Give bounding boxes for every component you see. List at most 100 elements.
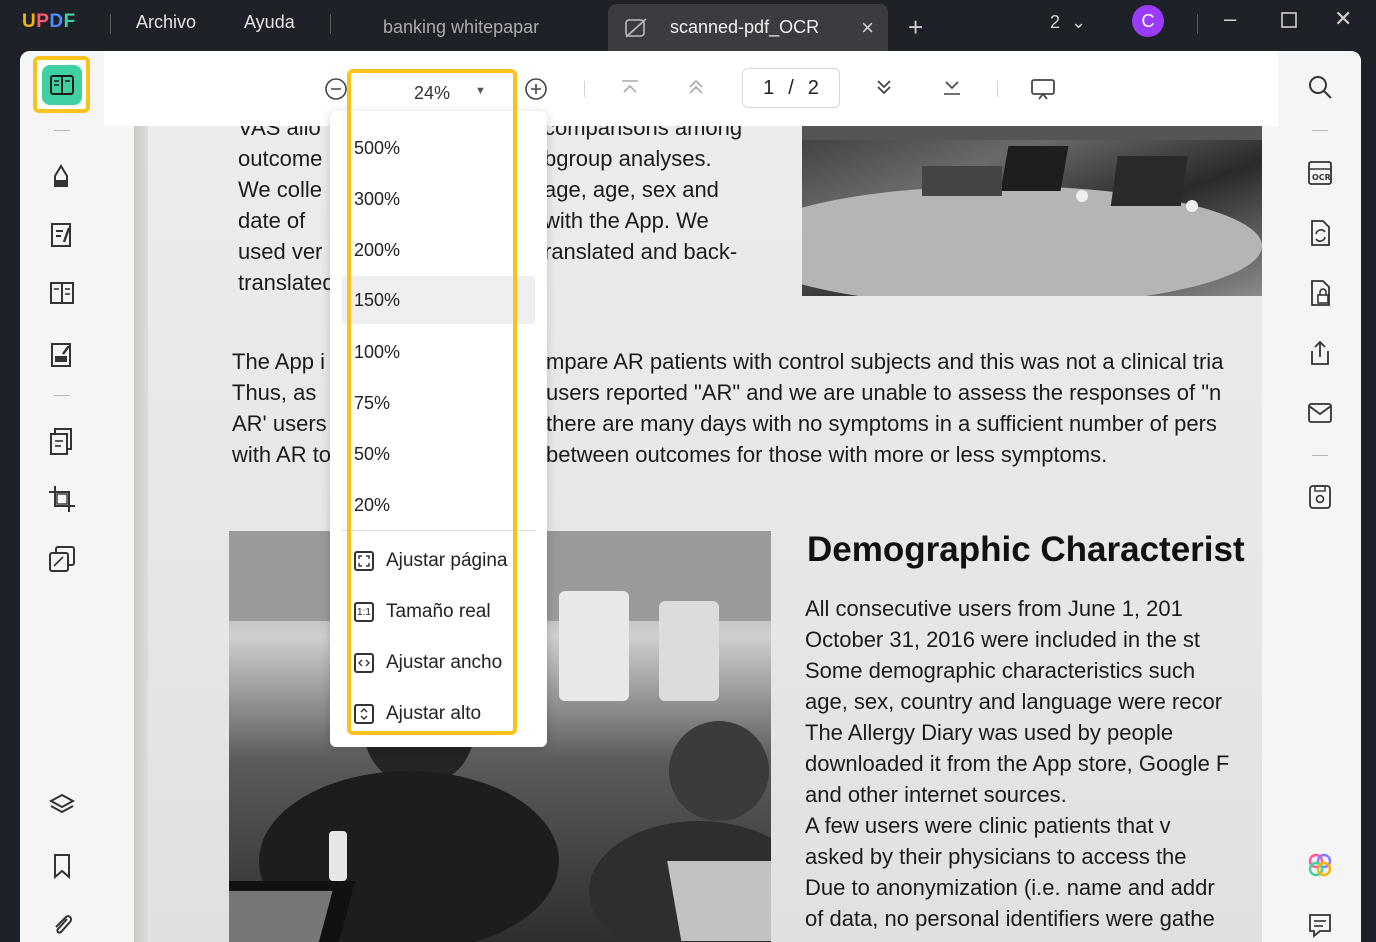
form-tool-button[interactable] xyxy=(44,275,80,311)
double-chevron-up-icon xyxy=(689,79,703,94)
layers-button[interactable] xyxy=(44,787,80,823)
current-page: 1 xyxy=(763,76,775,99)
text-line: Due to anonymization (i.e. name and addr xyxy=(805,875,1215,900)
ai-assistant-button[interactable] xyxy=(1302,847,1338,883)
last-page-icon xyxy=(944,81,960,95)
minimize-icon[interactable]: – xyxy=(1224,6,1236,32)
edit-icon xyxy=(51,223,71,247)
tab-scanned-pdf-ocr[interactable]: scanned-pdf_OCR × xyxy=(608,4,888,51)
previous-page-button[interactable] xyxy=(686,77,706,97)
window-count-value: 2 xyxy=(1050,12,1061,32)
text-line: The App i xyxy=(232,349,325,374)
pages-icon xyxy=(50,428,72,455)
zoom-in-icon xyxy=(525,78,547,100)
text-line: outcome xyxy=(238,146,323,171)
view-toolbar: 1 / 2 xyxy=(104,51,1278,126)
email-button[interactable] xyxy=(1302,395,1338,431)
search-button[interactable] xyxy=(1302,69,1338,105)
pdf-page: VAS allo outcome We colle date of used v… xyxy=(148,126,1262,942)
sidebar-divider xyxy=(54,395,70,396)
presentation-button[interactable] xyxy=(1030,77,1056,101)
edit-pdf-button[interactable] xyxy=(44,217,80,253)
watermark-button[interactable] xyxy=(44,541,80,577)
first-page-button[interactable] xyxy=(620,79,640,95)
lock-file-icon xyxy=(1311,280,1330,306)
first-page-icon xyxy=(622,80,638,93)
menu-file[interactable]: Archivo xyxy=(136,12,196,33)
left-sidebar xyxy=(20,51,104,942)
text-line: We colle xyxy=(238,177,322,202)
title-divider xyxy=(110,14,111,34)
text-line: used ver xyxy=(238,239,323,264)
text-line: date of xyxy=(238,208,306,233)
text-line: AR' users xyxy=(232,411,327,436)
ocr-tab-icon xyxy=(624,17,648,44)
form-icon xyxy=(50,282,74,304)
text-line: with the App. We xyxy=(544,208,709,233)
menu-help[interactable]: Ayuda xyxy=(244,12,295,33)
text-line: translated xyxy=(238,270,335,295)
paperclip-icon xyxy=(55,915,73,934)
maximize-icon[interactable] xyxy=(1281,8,1297,34)
svg-text:OCR: OCR xyxy=(1312,173,1331,182)
bookmarks-button[interactable] xyxy=(44,848,80,884)
sidebar-divider xyxy=(54,130,70,131)
ocr-button[interactable]: OCR xyxy=(1302,155,1338,191)
next-page-button[interactable] xyxy=(874,77,894,97)
comment-tool-button[interactable] xyxy=(44,157,80,193)
zoom-select[interactable]: 24% ▼ xyxy=(347,69,517,113)
caret-down-icon: ▼ xyxy=(475,85,486,97)
text-line: downloaded it from the App store, Google… xyxy=(805,751,1230,776)
text-line: A few users were clinic patients that v xyxy=(805,813,1171,838)
tab-label: scanned-pdf_OCR xyxy=(670,17,820,37)
text-line: of data, no personal identifiers were ga… xyxy=(805,906,1215,931)
app-logo: UPDF xyxy=(22,11,76,32)
document-viewport[interactable]: VAS allo outcome We colle date of used v… xyxy=(134,126,1262,942)
text-line: VAS allo xyxy=(238,126,321,140)
text-line: with AR to xyxy=(232,442,332,467)
text-line: mpare AR patients with control subjects … xyxy=(546,349,1224,374)
new-tab-icon[interactable]: + xyxy=(908,12,923,43)
highlighter-icon xyxy=(54,164,68,187)
comments-panel-button[interactable] xyxy=(1302,907,1338,942)
close-window-icon[interactable]: ✕ xyxy=(1334,6,1352,32)
highlight-frame xyxy=(347,109,517,735)
bookmark-icon xyxy=(54,854,70,879)
sidebar-divider xyxy=(1312,455,1328,456)
title-bar: UPDF Archivo Ayuda banking whitepapar sc… xyxy=(0,0,1376,51)
search-icon xyxy=(1309,76,1332,99)
zoom-out-icon xyxy=(325,78,347,100)
toolbar-divider xyxy=(584,81,585,97)
reader-mode-button[interactable] xyxy=(33,56,90,113)
save-button[interactable] xyxy=(1302,479,1338,515)
last-page-button[interactable] xyxy=(942,79,962,97)
zoom-in-button[interactable] xyxy=(524,77,548,101)
right-sidebar: OCR xyxy=(1278,51,1361,942)
chevron-down-icon: ⌄ xyxy=(1071,12,1087,32)
title-divider xyxy=(1197,14,1198,34)
text-line: Thus, as xyxy=(232,380,317,405)
user-avatar[interactable]: C xyxy=(1132,5,1164,37)
tab-banking-whitepaper[interactable]: banking whitepapar xyxy=(360,4,580,51)
photo-laptops-meeting xyxy=(802,126,1262,296)
share-icon xyxy=(1311,340,1329,365)
page-indicator[interactable]: 1 / 2 xyxy=(742,68,840,108)
text-line: ranslated and back- xyxy=(544,239,738,264)
crop-button[interactable] xyxy=(44,481,80,517)
reader-icon xyxy=(41,64,82,105)
slideshow-icon xyxy=(1031,79,1055,100)
save-icon xyxy=(1309,485,1331,509)
double-chevron-down-icon xyxy=(877,80,891,95)
toolbar-divider xyxy=(997,81,998,97)
ai-logo-icon xyxy=(1308,853,1332,877)
zoom-out-button[interactable] xyxy=(324,77,348,101)
window-count[interactable]: 2 ⌄ xyxy=(1050,12,1086,33)
fill-sign-button[interactable] xyxy=(44,337,80,373)
organize-pages-button[interactable] xyxy=(44,423,80,459)
sign-icon xyxy=(51,343,71,367)
protect-button[interactable] xyxy=(1302,275,1338,311)
convert-button[interactable] xyxy=(1302,215,1338,251)
close-tab-icon[interactable]: × xyxy=(861,15,874,41)
attachments-button[interactable] xyxy=(44,907,80,942)
share-button[interactable] xyxy=(1302,335,1338,371)
